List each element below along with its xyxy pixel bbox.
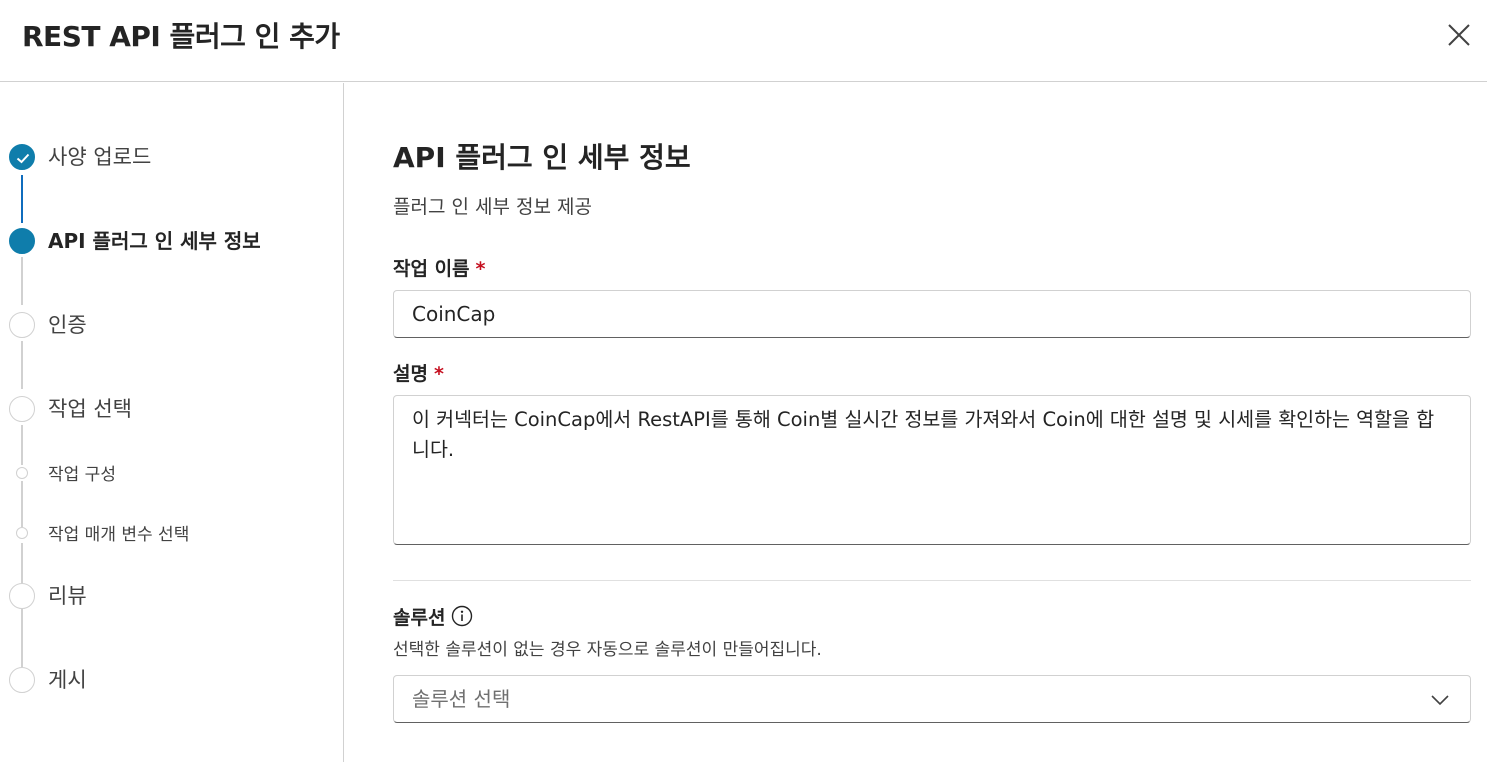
section-title: API 플러그 인 세부 정보 <box>393 141 691 174</box>
solution-hint: 선택한 솔루션이 없는 경우 자동으로 솔루션이 만들어집니다. <box>393 640 822 660</box>
substep-indicator <box>16 467 28 479</box>
description-label: 설명 * <box>393 360 444 388</box>
step-connector <box>21 609 23 667</box>
close-button[interactable] <box>1444 20 1474 50</box>
step-connector <box>21 257 23 305</box>
step-current-indicator <box>9 228 35 254</box>
substep-indicator <box>16 527 28 539</box>
step-label: API 플러그 인 세부 정보 <box>48 229 261 253</box>
solution-dropdown[interactable]: 솔루션 선택 <box>393 675 1471 723</box>
divider <box>393 580 1471 581</box>
step-label: 작업 구성 <box>48 465 116 485</box>
action-name-label: 작업 이름 * <box>393 255 485 283</box>
step-label: 작업 매개 변수 선택 <box>48 525 190 545</box>
step-connector <box>21 175 23 223</box>
solution-label: 솔루션 <box>393 604 473 635</box>
dialog-header: REST API 플러그 인 추가 <box>0 0 1487 82</box>
step-label: 인증 <box>48 313 87 337</box>
required-indicator: * <box>433 363 444 385</box>
required-indicator: * <box>475 258 486 280</box>
solution-label-text: 솔루션 <box>393 607 446 629</box>
checkmark-icon <box>16 153 30 164</box>
close-icon <box>1448 24 1470 46</box>
dialog-title: REST API 플러그 인 추가 <box>22 20 340 53</box>
step-select-actions[interactable]: 작업 선택 <box>0 389 340 429</box>
chevron-down-icon <box>1431 695 1449 706</box>
step-upload-spec[interactable]: 사양 업로드 <box>0 137 340 177</box>
action-name-input[interactable]: CoinCap <box>393 290 1471 338</box>
step-pending-indicator <box>9 583 35 609</box>
description-label-text: 설명 <box>393 363 428 385</box>
step-publish[interactable]: 게시 <box>0 660 340 700</box>
wizard-steps: 사양 업로드 API 플러그 인 세부 정보 인증 작업 선택 작업 구성 작업… <box>0 83 344 762</box>
step-label: 게시 <box>48 668 87 692</box>
step-label: 사양 업로드 <box>48 145 152 169</box>
step-label: 작업 선택 <box>48 397 132 421</box>
action-name-label-text: 작업 이름 <box>393 258 470 280</box>
step-label: 리뷰 <box>48 584 87 608</box>
description-textarea[interactable]: 이 커넥터는 CoinCap에서 RestAPI를 통해 Coin별 실시간 정… <box>393 395 1471 545</box>
step-select-parameters[interactable]: 작업 매개 변수 선택 <box>0 513 340 553</box>
section-subtitle: 플러그 인 세부 정보 제공 <box>393 196 592 218</box>
step-plugin-details[interactable]: API 플러그 인 세부 정보 <box>0 221 340 261</box>
solution-placeholder: 솔루션 선택 <box>412 687 511 711</box>
step-review[interactable]: 리뷰 <box>0 576 340 616</box>
step-completed-indicator <box>9 144 35 170</box>
step-configure-actions[interactable]: 작업 구성 <box>0 453 340 493</box>
step-connector <box>21 341 23 389</box>
step-pending-indicator <box>9 396 35 422</box>
step-authentication[interactable]: 인증 <box>0 305 340 345</box>
info-icon[interactable] <box>451 605 473 635</box>
step-pending-indicator <box>9 312 35 338</box>
step-pending-indicator <box>9 667 35 693</box>
